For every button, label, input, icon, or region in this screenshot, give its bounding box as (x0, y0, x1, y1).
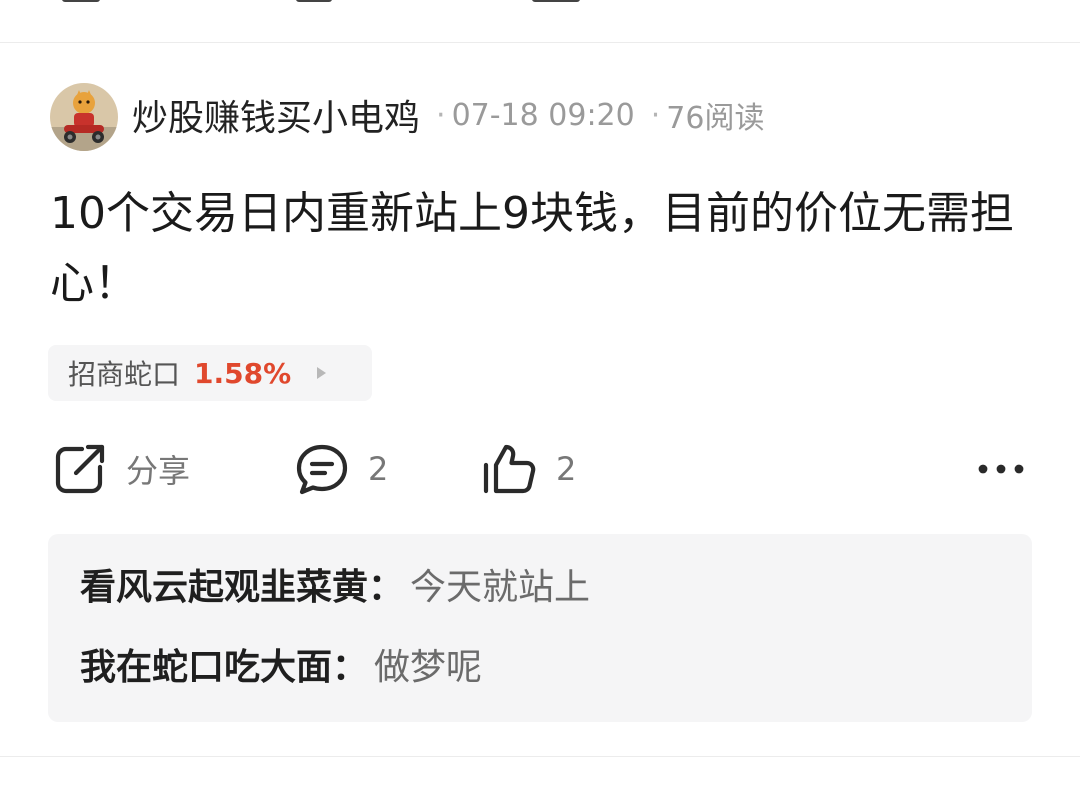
comment-count: 2 (368, 450, 389, 488)
comment-user[interactable]: 我在蛇口吃大面 (80, 647, 332, 688)
post-date: 07-18 09:20 (451, 97, 635, 133)
share-icon (52, 441, 108, 497)
thumbs-up-icon (482, 441, 538, 497)
author-name[interactable]: 炒股赚钱买小电鸡 (132, 89, 420, 141)
more-button[interactable] (976, 439, 1026, 499)
author-meta: 炒股赚钱买小电鸡 · 07-18 09:20 · 76阅读 (132, 89, 765, 141)
comment-item[interactable]: 看风云起观韭菜黄： 今天就站上 (80, 558, 590, 610)
meta-separator: · (650, 97, 661, 133)
share-button[interactable]: 分享 (52, 439, 190, 499)
action-bar: 分享 2 2 (0, 439, 1080, 499)
comment-text: 做梦呢 (374, 647, 483, 688)
more-icon (976, 462, 1026, 476)
like-count: 2 (556, 450, 577, 488)
comment-colon: ： (368, 567, 405, 608)
triangle-right-icon (317, 367, 327, 379)
comment-colon: ： (332, 647, 369, 688)
meta-separator: · (436, 97, 446, 133)
share-label: 分享 (126, 452, 191, 490)
read-count: 76阅读 (666, 101, 765, 136)
stock-change: 1.58% (194, 356, 292, 390)
avatar[interactable] (50, 83, 118, 151)
post-title[interactable]: 10个交易日内重新站上9块钱，目前的价位无需担心！ (50, 179, 1030, 319)
comment-preview-box[interactable]: 看风云起观韭菜黄： 今天就站上 我在蛇口吃大面： 做梦呢 (48, 534, 1032, 722)
comment-icon (294, 441, 350, 497)
comment-button[interactable]: 2 (294, 439, 388, 499)
divider (0, 756, 1080, 757)
previous-post-edge (0, 0, 1080, 43)
stock-name: 招商蛇口 (68, 358, 181, 391)
like-button[interactable]: 2 (482, 439, 576, 499)
stock-chip[interactable]: 招商蛇口 1.58% (48, 345, 372, 401)
post-card[interactable]: 炒股赚钱买小电鸡 · 07-18 09:20 · 76阅读 10个交易日内重新站… (0, 43, 1080, 755)
comment-user[interactable]: 看风云起观韭菜黄 (80, 567, 368, 608)
comment-item[interactable]: 我在蛇口吃大面： 做梦呢 (80, 638, 482, 690)
comment-text: 今天就站上 (410, 567, 591, 608)
